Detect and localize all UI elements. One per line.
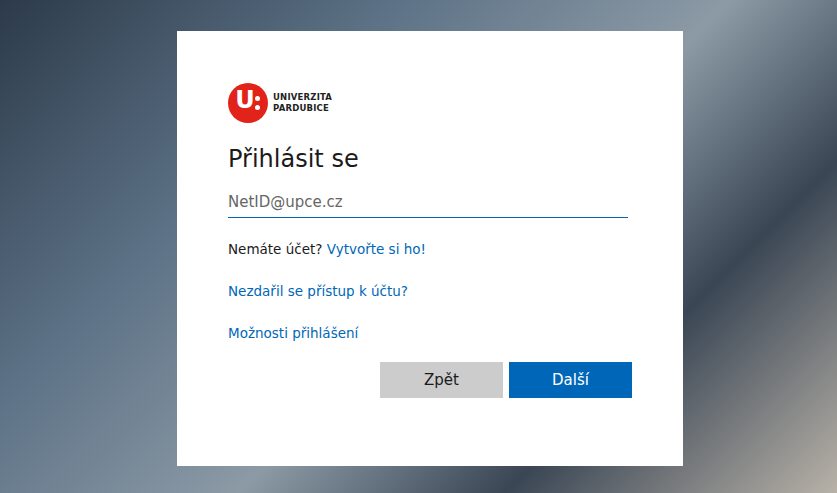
university-logo: U UNIVERZITAPARDUBICE xyxy=(228,83,639,123)
logo-letter: U xyxy=(235,86,255,114)
option-link[interactable]: Nezdařil se přístup k účtu? xyxy=(228,283,408,299)
logo-mark-icon: U xyxy=(228,83,268,123)
logo-dot-icon xyxy=(255,96,260,101)
background-photo: U UNIVERZITAPARDUBICE Přihlásit se Nemáte ú… xyxy=(0,0,837,493)
account-prompt: Nemáte účet? Vytvořte si ho! xyxy=(228,240,639,258)
login-card: U UNIVERZITAPARDUBICE Přihlásit se Nemáte ú… xyxy=(177,31,683,466)
link-row: Možnosti přihlášení xyxy=(228,324,639,342)
email-input[interactable] xyxy=(228,187,628,218)
create-account-link[interactable]: Vytvořte si ho! xyxy=(327,241,426,257)
logo-dot-icon xyxy=(255,105,260,110)
account-text: Nemáte účet? xyxy=(228,241,327,257)
button-row: ZpětDalší xyxy=(228,362,632,398)
logo-line: UNIVERZITA xyxy=(273,92,332,103)
logo-line: PARDUBICE xyxy=(273,103,332,114)
page-title: Přihlásit se xyxy=(228,143,639,175)
option-link[interactable]: Možnosti přihlášení xyxy=(228,325,358,341)
secondary-button[interactable]: Zpět xyxy=(380,362,503,398)
primary-button[interactable]: Další xyxy=(509,362,632,398)
logo-text: UNIVERZITAPARDUBICE xyxy=(273,92,332,114)
link-row: Nezdařil se přístup k účtu? xyxy=(228,282,639,300)
